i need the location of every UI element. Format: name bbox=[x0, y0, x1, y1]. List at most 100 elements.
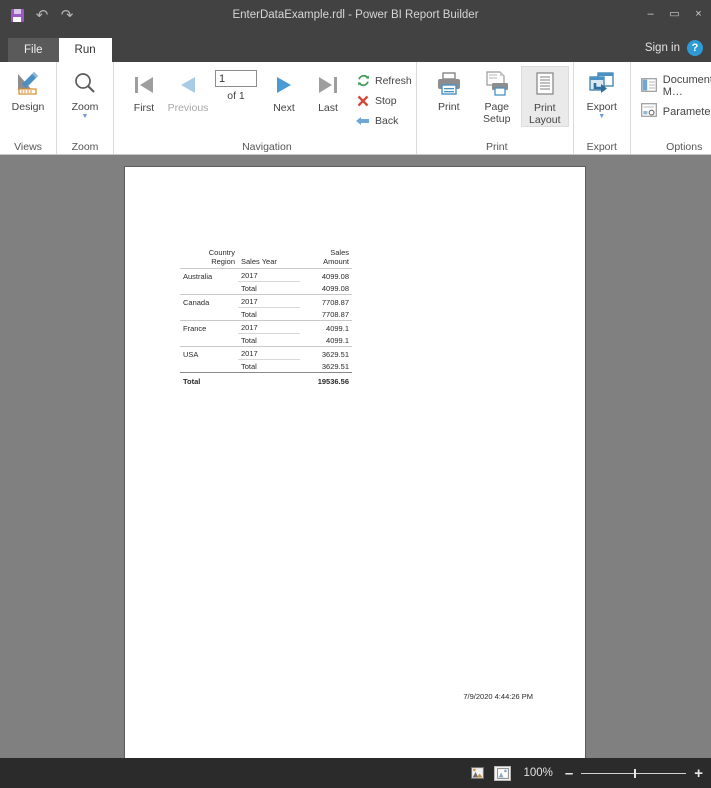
column-header-amount-line1: Sales bbox=[330, 248, 349, 257]
column-header-sales-year: Sales Year bbox=[238, 247, 300, 269]
cell-amount: 3629.51 bbox=[321, 362, 349, 371]
table-grand-total-row: Total 19536.56 bbox=[180, 372, 352, 387]
page-view-icon[interactable] bbox=[494, 765, 512, 781]
parameters-button[interactable]: Parameters bbox=[640, 103, 711, 120]
zoom-slider-thumb[interactable] bbox=[633, 768, 636, 778]
table-header: Country Region Sales Year Sales Amount bbox=[180, 247, 352, 269]
chevron-down-icon[interactable]: ▼ bbox=[82, 113, 89, 120]
ribbon-tab-strip: File Run Sign in ? bbox=[0, 34, 711, 62]
export-icon bbox=[588, 69, 616, 99]
first-page-button[interactable]: First bbox=[122, 66, 166, 114]
tab-strip-right: Sign in ? bbox=[645, 40, 703, 56]
page-setup-label-line2: Setup bbox=[483, 112, 511, 125]
print-layout-label-line1: Print bbox=[533, 102, 556, 114]
cell-amount: 4099.1 bbox=[300, 320, 352, 334]
next-page-button[interactable]: Next bbox=[262, 66, 306, 114]
cell-year: Total bbox=[238, 281, 300, 295]
cell-year: 2017 bbox=[238, 294, 300, 308]
report-preview-canvas[interactable]: Country Region Sales Year Sales Amount A… bbox=[0, 155, 711, 758]
cell-year: 2017 bbox=[238, 346, 300, 360]
design-view-label: Design bbox=[11, 101, 45, 113]
back-button[interactable]: Back bbox=[356, 112, 412, 129]
page-number-input[interactable] bbox=[215, 70, 257, 87]
cell-amount: 4099.08 bbox=[321, 284, 349, 293]
refresh-label: Refresh bbox=[375, 74, 412, 87]
zoom-level-label: 100% bbox=[523, 767, 553, 779]
cell-year: 2017 bbox=[238, 268, 300, 282]
cell-country: USA bbox=[180, 346, 238, 360]
back-label: Back bbox=[375, 114, 399, 127]
navigation-group-label: Navigation bbox=[242, 141, 292, 153]
cell-grand-total-amount: 19536.56 bbox=[300, 372, 352, 387]
export-button[interactable]: Export ▼ bbox=[578, 66, 626, 120]
column-header-amount-line2: Amount bbox=[323, 257, 349, 266]
sign-in-link[interactable]: Sign in bbox=[645, 42, 680, 54]
cell-amount: 7708.87 bbox=[300, 294, 352, 308]
ribbon-group-export: Export ▼ Export bbox=[572, 62, 630, 154]
table-header-row: Country Region Sales Year Sales Amount bbox=[180, 247, 352, 269]
help-icon[interactable]: ? bbox=[687, 40, 703, 56]
table-row: Total 4099.08 bbox=[180, 281, 352, 295]
cell-year: Total bbox=[238, 307, 300, 321]
table-row: Australia 2017 4099.08 bbox=[180, 268, 352, 282]
table-row: Total 3629.51 bbox=[180, 359, 352, 373]
magnifier-icon bbox=[72, 69, 98, 99]
maximize-button[interactable]: ▭ bbox=[668, 8, 681, 21]
window-controls: – ▭ × bbox=[644, 8, 705, 21]
cell-country bbox=[180, 308, 238, 321]
cell-year: Total bbox=[238, 359, 300, 373]
cell-country: Canada bbox=[180, 294, 238, 308]
close-button[interactable]: × bbox=[692, 8, 705, 21]
views-group-label: Views bbox=[14, 141, 42, 153]
next-page-label: Next bbox=[273, 102, 295, 114]
ribbon: Design Views Zoom ▼ Zoom First Previous … bbox=[0, 62, 711, 155]
zoom-out-button[interactable]: – bbox=[565, 766, 573, 781]
last-page-button[interactable]: Last bbox=[306, 66, 350, 114]
normal-view-icon[interactable] bbox=[469, 766, 486, 781]
print-layout-label-line2: Layout bbox=[529, 113, 561, 126]
report-timestamp: 7/9/2020 4:44:26 PM bbox=[463, 692, 533, 701]
column-header-country-region: Country Region bbox=[180, 247, 238, 269]
stop-button[interactable]: Stop bbox=[356, 92, 412, 109]
zoom-button[interactable]: Zoom ▼ bbox=[61, 66, 109, 120]
design-view-button[interactable]: Design bbox=[4, 66, 52, 114]
options-group-label: Options bbox=[666, 141, 703, 153]
document-map-button[interactable]: Document M… bbox=[640, 74, 711, 98]
column-header-country-line1: Country bbox=[208, 248, 235, 257]
parameters-label: Parameters bbox=[662, 105, 711, 118]
page-setup-button[interactable]: Page Setup bbox=[473, 66, 521, 125]
first-page-icon bbox=[132, 70, 156, 100]
minimize-button[interactable]: – bbox=[644, 8, 657, 21]
printer-icon bbox=[435, 69, 463, 99]
chevron-down-icon[interactable]: ▼ bbox=[598, 113, 605, 120]
previous-page-label: Previous bbox=[167, 102, 209, 114]
table-row: Total 4099.1 bbox=[180, 333, 352, 347]
print-button[interactable]: Print bbox=[425, 66, 473, 114]
report-page: Country Region Sales Year Sales Amount A… bbox=[125, 167, 585, 758]
ribbon-group-views: Design Views bbox=[0, 62, 56, 154]
cell-amount: 4099.08 bbox=[300, 268, 352, 282]
previous-page-icon bbox=[176, 70, 200, 100]
stop-icon bbox=[356, 94, 370, 108]
cell-grand-total-spacer bbox=[238, 372, 300, 387]
table-row: Canada 2017 7708.87 bbox=[180, 294, 352, 308]
cell-country bbox=[180, 282, 238, 295]
table-row: France 2017 4099.1 bbox=[180, 320, 352, 334]
page-setup-icon bbox=[483, 69, 511, 99]
cell-country bbox=[180, 334, 238, 347]
previous-page-button[interactable]: Previous bbox=[166, 66, 210, 114]
zoom-in-button[interactable]: + bbox=[694, 766, 703, 781]
zoom-group-label: Zoom bbox=[71, 141, 99, 153]
ribbon-group-print: Print Page Setup Print Layout Print bbox=[415, 62, 573, 154]
tab-file[interactable]: File bbox=[8, 38, 59, 62]
stop-label: Stop bbox=[375, 94, 397, 107]
tab-run[interactable]: Run bbox=[58, 38, 112, 62]
zoom-slider[interactable] bbox=[581, 767, 687, 779]
window-title: EnterDataExample.rdl - Power BI Report B… bbox=[232, 9, 479, 21]
ribbon-group-zoom: Zoom ▼ Zoom bbox=[56, 62, 113, 154]
cell-amount: 7708.87 bbox=[321, 310, 349, 319]
print-layout-button[interactable]: Print Layout bbox=[520, 66, 569, 127]
column-header-year-line1: Sales Year bbox=[241, 257, 277, 266]
cell-grand-total-label: Total bbox=[180, 372, 238, 387]
refresh-button[interactable]: Refresh bbox=[356, 72, 412, 89]
